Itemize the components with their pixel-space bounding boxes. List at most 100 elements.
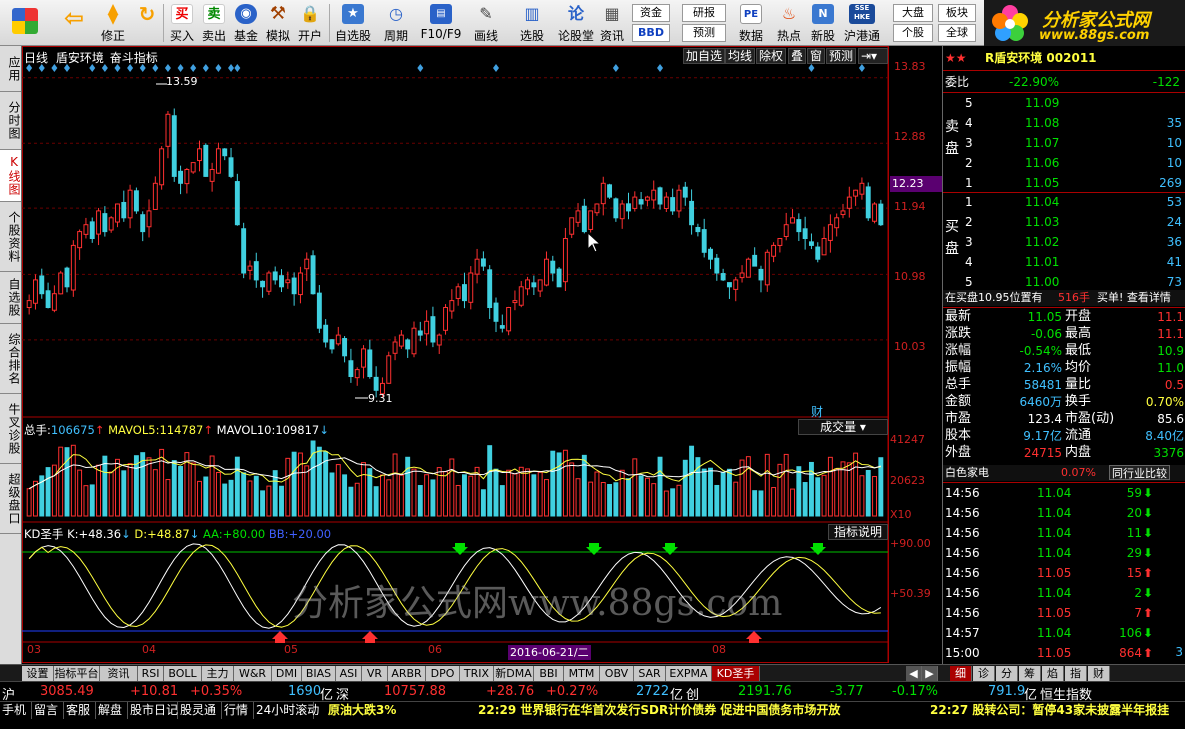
status-tab[interactable]: 24小时滚动	[254, 702, 319, 719]
stock-filter-button[interactable]: ▥ 选股	[512, 2, 552, 44]
status-tab[interactable]: 留言	[32, 702, 64, 719]
left-tab-kline[interactable]: K线图	[0, 150, 21, 202]
sell-button[interactable]: 卖 卖出	[200, 2, 228, 44]
ask-row[interactable]: 1 11.05 269	[943, 175, 1185, 193]
forum-button[interactable]: 论 论股堂	[556, 2, 596, 44]
exright-button[interactable]: 除权	[756, 48, 787, 64]
quote-panel-tab[interactable]: 细	[950, 666, 972, 681]
ask-row[interactable]: 4 11.08 35	[943, 115, 1185, 133]
indicator-tab[interactable]: ARBR	[388, 666, 426, 681]
ask-row[interactable]: 2 11.06 10	[943, 155, 1185, 173]
indicator-tab[interactable]: W&R	[234, 666, 272, 681]
peer-compare-button[interactable]: 同行业比较	[1109, 465, 1170, 480]
bid-row[interactable]: 2 11.03 24	[943, 214, 1185, 232]
capital-button[interactable]: 资金	[632, 4, 670, 22]
indicator-tab[interactable]: 指标平台	[54, 666, 100, 681]
quote-panel-tab[interactable]: 焰	[1042, 666, 1064, 681]
hk-connect-button[interactable]: SSE HKE 沪港通	[840, 2, 884, 44]
tabs-prev-button[interactable]: ◀	[906, 666, 922, 681]
left-tab-diagnosis[interactable]: 牛叉诊股	[0, 394, 21, 464]
indicator-tab[interactable]: KD圣手	[712, 666, 760, 681]
overlay-button[interactable]: 叠	[788, 48, 807, 64]
ma-button[interactable]: 均线	[725, 48, 756, 64]
status-tab[interactable]: 客服	[64, 702, 96, 719]
big-order-row[interactable]: 在买盘10.95位置有 516手 买单! 查看详情	[943, 290, 1185, 306]
left-tab-ranking[interactable]: 综合排名	[0, 324, 21, 394]
research-report-button[interactable]: 研报	[682, 4, 726, 22]
left-tab-intraday[interactable]: 分时图	[0, 92, 21, 150]
simulate-button[interactable]: ⚒ 模拟	[264, 2, 292, 44]
big-order-link[interactable]: 买单! 查看详情	[1097, 290, 1171, 306]
volume-indicator-select[interactable]: 成交量 ▾	[798, 419, 888, 435]
bid-row[interactable]: 3 11.02 36	[943, 234, 1185, 252]
indicator-tab[interactable]: DPO	[426, 666, 460, 681]
status-tab[interactable]: 股市日记	[128, 702, 178, 719]
indicator-tab[interactable]: 新DMA	[494, 666, 534, 681]
f10-button[interactable]: ▤ F10/F9	[420, 2, 462, 44]
left-tab-apps[interactable]: 应用	[0, 46, 21, 92]
fix-button[interactable]: ▲ ▼ 修正	[96, 2, 130, 44]
data-button[interactable]: PE 数据	[734, 2, 768, 44]
news-ticker-1[interactable]: 原油大跌3%	[328, 702, 396, 719]
add-watchlist-button[interactable]: 加自选	[683, 48, 726, 64]
indicator-tab[interactable]: OBV	[600, 666, 634, 681]
status-tab[interactable]: 解盘	[96, 702, 128, 719]
indicator-tab[interactable]: MTM	[564, 666, 600, 681]
indicator-tab[interactable]: 主力	[202, 666, 234, 681]
bid-row[interactable]: 4 11.01 41	[943, 254, 1185, 272]
indicator-tab[interactable]: EXPMA	[666, 666, 712, 681]
quote-panel-tab[interactable]: 分	[996, 666, 1018, 681]
predict-button[interactable]: 预测	[826, 48, 857, 64]
finance-marker[interactable]: 财	[811, 403, 823, 420]
status-tab[interactable]: 手机	[0, 702, 32, 719]
indicator-tab[interactable]: BBI	[534, 666, 564, 681]
news-button[interactable]: ▦ 资讯	[598, 2, 626, 44]
indicator-tab[interactable]: BIAS	[302, 666, 336, 681]
forecast-button[interactable]: 预测	[682, 24, 726, 42]
left-tab-super-book[interactable]: 超级盘口	[0, 464, 21, 534]
window-button[interactable]: 窗	[807, 48, 826, 64]
fund-button[interactable]: ◉ 基金	[232, 2, 260, 44]
tabs-next-button[interactable]: ▶	[922, 666, 938, 681]
refresh-button[interactable]: ↻	[134, 2, 160, 44]
bid-row[interactable]: 1 11.04 53	[943, 194, 1185, 212]
indicator-tab[interactable]: BOLL	[164, 666, 202, 681]
market-button[interactable]: 大盘	[893, 4, 933, 22]
indicator-tab[interactable]: VR	[362, 666, 388, 681]
windows-button[interactable]	[8, 2, 42, 44]
quote-panel-tab[interactable]: 筹	[1019, 666, 1041, 681]
buy-button[interactable]: 买 买入	[168, 2, 196, 44]
indicator-tab[interactable]: DMI	[272, 666, 302, 681]
period-button[interactable]: ◷ 周期	[376, 2, 416, 44]
quote-panel-tab[interactable]: 财	[1088, 666, 1110, 681]
quote-panel-tab[interactable]: 诊	[973, 666, 995, 681]
single-stock-button[interactable]: 个股	[893, 24, 933, 42]
watchlist-button[interactable]: ★ 自选股	[333, 2, 373, 44]
left-tab-profile[interactable]: 个股资料	[0, 202, 21, 272]
kline-chart-area[interactable]: 日线 盾安环境 奋斗指标 加自选 均线 除权 叠 窗 预测 ⇥▾ 13.83 1…	[22, 46, 942, 664]
indicator-tab[interactable]: TRIX	[460, 666, 494, 681]
news-ticker-2[interactable]: 22:29 世界银行在华首次发行SDR计价债券 促进中国债务市场开放	[478, 702, 840, 719]
indicator-tab[interactable]: 设置	[22, 666, 54, 681]
global-button[interactable]: 全球	[938, 24, 976, 42]
indicator-tab[interactable]: SAR	[634, 666, 666, 681]
new-stock-button[interactable]: N 新股	[808, 2, 838, 44]
draw-line-button[interactable]: ✎ 画线	[466, 2, 506, 44]
indicator-help-button[interactable]: 指标说明	[828, 524, 888, 540]
news-ticker-3[interactable]: 22:27 股转公司：暂停43家未披露半年报挂	[930, 702, 1185, 719]
indicator-tab[interactable]: RSI	[138, 666, 164, 681]
status-tab[interactable]: 股灵通	[178, 702, 222, 719]
indicator-tab[interactable]: 资讯	[100, 666, 138, 681]
bid-row[interactable]: 5 11.00 73	[943, 274, 1185, 292]
indicator-tab[interactable]: ASI	[336, 666, 362, 681]
ask-row[interactable]: 3 11.07 10	[943, 135, 1185, 153]
quote-panel-tab[interactable]: 指	[1065, 666, 1087, 681]
bbd-button[interactable]: BBD	[632, 24, 670, 42]
ask-row[interactable]: 5 11.09	[943, 95, 1185, 113]
kline-chart-svg[interactable]	[22, 46, 942, 664]
hotspot-button[interactable]: ♨ 热点	[772, 2, 806, 44]
sector-button[interactable]: 板块	[938, 4, 976, 22]
status-tab[interactable]: 行情	[222, 702, 254, 719]
open-account-button[interactable]: 🔒 开户	[296, 2, 324, 44]
expand-menu-button[interactable]: ⇥▾	[858, 48, 888, 64]
